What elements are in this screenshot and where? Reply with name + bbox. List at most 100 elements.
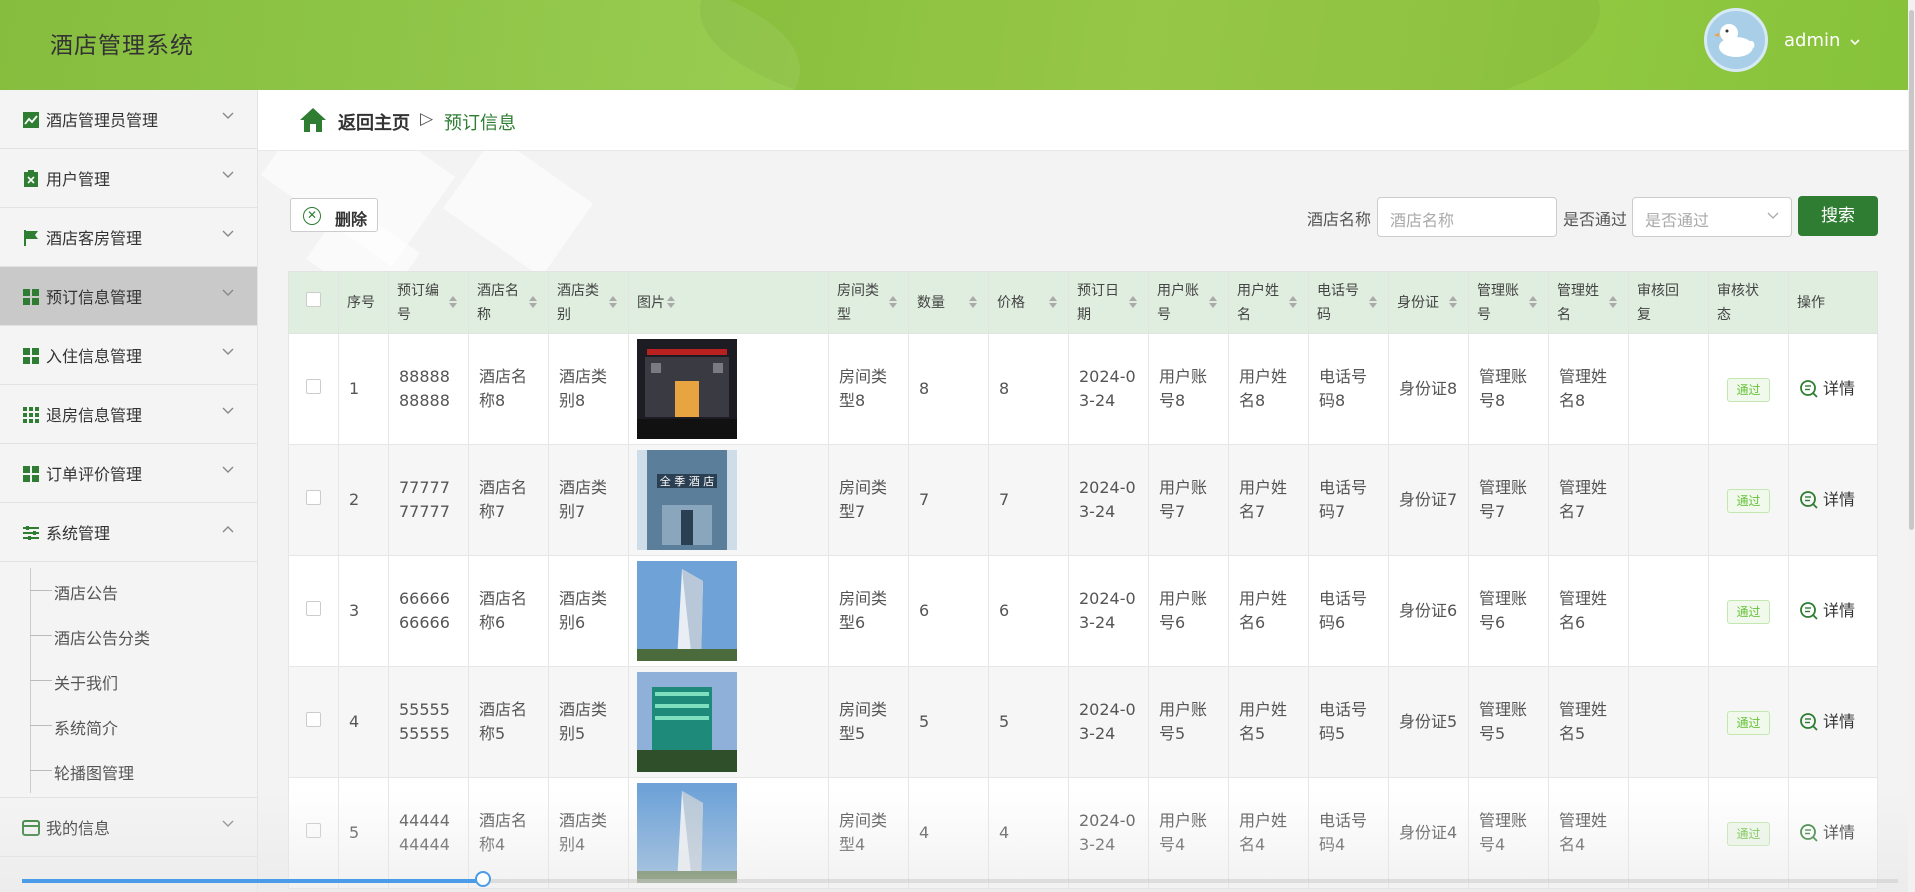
column-header[interactable]: 管理姓名 — [1548, 271, 1629, 334]
sidebar-item-5[interactable]: 退房信息管理 — [0, 385, 257, 444]
status-cell: 通过 — [1708, 777, 1789, 889]
cell-booking_id: 6666666666 — [388, 555, 469, 667]
approved-select[interactable]: 是否通过 — [1632, 197, 1792, 237]
hotel-photo[interactable] — [637, 339, 737, 439]
row-select-cell — [288, 333, 339, 445]
column-header[interactable]: 数量 — [908, 271, 989, 334]
table-row[interactable]: 3 6666666666 酒店名称6 酒店类别6 房间类型6 6 6 2024-03-24 用户… — [288, 555, 1878, 667]
row-checkbox[interactable] — [306, 490, 321, 505]
detail-button[interactable]: 详情 — [1799, 710, 1867, 734]
sidebar-item-label: 预订信息管理 — [46, 288, 143, 307]
column-header: 审核回复 — [1628, 271, 1709, 334]
sidebar-item-7[interactable]: 系统管理 — [0, 503, 257, 562]
sidebar-item-my-info[interactable]: 我的信息 — [0, 797, 257, 857]
chevron-down-icon — [222, 466, 234, 473]
user-menu[interactable]: admin — [1784, 30, 1860, 51]
detail-button[interactable]: 详情 — [1799, 488, 1867, 512]
hotel-photo[interactable] — [637, 561, 737, 661]
status-badge: 通过 — [1727, 599, 1770, 624]
svg-text:全 季 酒 店: 全 季 酒 店 — [660, 474, 715, 488]
column-header[interactable]: 房间类型 — [828, 271, 909, 334]
approved-label: 是否通过 — [1563, 210, 1628, 229]
cell-admin_account: 管理账号6 — [1468, 555, 1549, 667]
submenu-item-1[interactable]: 酒店公告分类 — [0, 613, 257, 658]
row-checkbox[interactable] — [306, 823, 321, 838]
column-header[interactable]: 用户账号 — [1148, 271, 1229, 334]
cell-no: 3 — [338, 555, 389, 667]
column-header[interactable]: 价格 — [988, 271, 1069, 334]
hotel-photo[interactable] — [637, 672, 737, 772]
cell-hotel: 酒店名称5 — [468, 666, 549, 778]
row-select-cell — [288, 666, 339, 778]
table-row[interactable]: 2 7777777777 酒店名称7 酒店类别7 全 季 酒 店房间类型7 7 7 2024-… — [288, 444, 1878, 556]
breadcrumb: 返回主页 ▷ 预订信息 — [258, 90, 1908, 151]
delete-button[interactable]: ✕ 删除 — [290, 198, 378, 232]
table-row[interactable]: 4 5555555555 酒店名称5 酒店类别5 房间类型5 5 5 2024-03-24 用户… — [288, 666, 1878, 778]
hotel-name-input[interactable]: 酒店名称 — [1377, 197, 1557, 237]
hotel-photo[interactable]: 全 季 酒 店 — [637, 450, 737, 550]
cell-date: 2024-03-24 — [1068, 555, 1149, 667]
row-checkbox[interactable] — [306, 379, 321, 394]
sidebar-item-3[interactable]: 预订信息管理 — [0, 267, 257, 326]
column-header[interactable]: 用户姓名 — [1228, 271, 1309, 334]
cell-no: 5 — [338, 777, 389, 889]
cell-admin_name: 管理姓名5 — [1548, 666, 1629, 778]
hotel-name-placeholder: 酒店名称 — [1390, 211, 1455, 230]
chevron-down-icon — [222, 171, 234, 178]
cell-id_card: 身份证8 — [1388, 333, 1469, 445]
status-cell: 通过 — [1708, 444, 1789, 556]
table-row[interactable]: 1 8888888888 酒店名称8 酒店类别8 房间类型8 8 8 2024-03-24 用户… — [288, 333, 1878, 445]
submenu-item-0[interactable]: 酒店公告 — [0, 568, 257, 613]
home-icon[interactable] — [298, 106, 328, 134]
sidebar-item-label: 退房信息管理 — [46, 406, 143, 425]
sidebar-item-2[interactable]: 酒店客房管理 — [0, 208, 257, 267]
avatar[interactable] — [1704, 8, 1768, 72]
row-select-cell — [288, 444, 339, 556]
row-checkbox[interactable] — [306, 601, 321, 616]
cell-qty: 6 — [908, 555, 989, 667]
column-header: 序号 — [338, 271, 389, 334]
sidebar-item-1[interactable]: 用户管理 — [0, 149, 257, 208]
vertical-scrollbar[interactable] — [1908, 0, 1915, 892]
cell-category: 酒店类别5 — [548, 666, 629, 778]
column-header[interactable]: 管理账号 — [1468, 271, 1549, 334]
submenu-item-2[interactable]: 关于我们 — [0, 658, 257, 703]
column-header[interactable]: 身份证 — [1388, 271, 1469, 334]
detail-button[interactable]: 详情 — [1799, 821, 1867, 845]
submenu-item-label: 系统简介 — [54, 719, 119, 738]
cell-price: 7 — [988, 444, 1069, 556]
column-header[interactable]: 预订日期 — [1068, 271, 1149, 334]
cell-booking_id: 5555555555 — [388, 666, 469, 778]
grid-icon — [23, 348, 39, 364]
row-checkbox[interactable] — [306, 712, 321, 727]
cell-phone: 电话号码4 — [1308, 777, 1389, 889]
cell-price: 4 — [988, 777, 1069, 889]
sort-icon — [667, 296, 675, 308]
hotel-photo[interactable] — [637, 783, 737, 883]
submenu-item-4[interactable]: 轮播图管理 — [0, 748, 257, 793]
cell-id_card: 身份证6 — [1388, 555, 1469, 667]
detail-button[interactable]: 详情 — [1799, 599, 1867, 623]
column-header[interactable]: 预订编号 — [388, 271, 469, 334]
sidebar-item-6[interactable]: 订单评价管理 — [0, 444, 257, 503]
detail-button[interactable]: 详情 — [1799, 377, 1867, 401]
cell-price: 5 — [988, 666, 1069, 778]
search-button[interactable]: 搜索 — [1798, 196, 1878, 236]
cell-booking_id: 8888888888 — [388, 333, 469, 445]
column-header[interactable]: 电话号码 — [1308, 271, 1389, 334]
cell-category: 酒店类别7 — [548, 444, 629, 556]
hotel-name-label: 酒店名称 — [1307, 210, 1372, 229]
chevron-down-icon — [222, 407, 234, 414]
sidebar-item-label: 酒店客房管理 — [46, 229, 143, 248]
table-row[interactable]: 5 4444444444 酒店名称4 酒店类别4 房间类型4 4 4 2024-03-24 用户… — [288, 777, 1878, 889]
column-header[interactable]: 酒店类别 — [548, 271, 629, 334]
column-header[interactable]: 图片 — [628, 271, 829, 334]
column-header[interactable]: 酒店名称 — [468, 271, 549, 334]
sidebar-item-0[interactable]: 酒店管理员管理 — [0, 90, 257, 149]
sidebar-item-4[interactable]: 入住信息管理 — [0, 326, 257, 385]
sort-icon — [1289, 296, 1297, 308]
submenu-item-3[interactable]: 系统简介 — [0, 703, 257, 748]
scroll-progress[interactable] — [22, 871, 1898, 887]
back-home-link[interactable]: 返回主页 — [338, 109, 410, 135]
select-all-checkbox[interactable] — [306, 291, 321, 307]
